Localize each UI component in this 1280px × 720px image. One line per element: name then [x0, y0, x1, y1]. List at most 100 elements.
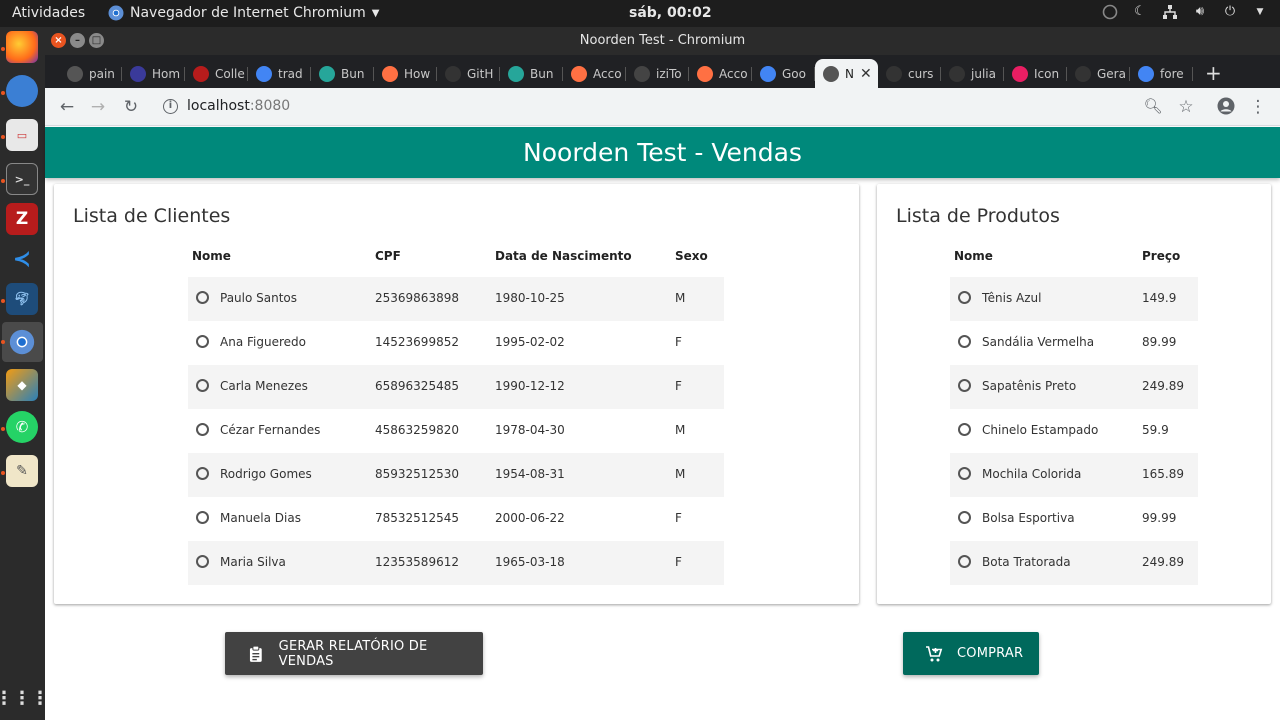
menu-kebab-icon[interactable]: ⋮ — [1248, 97, 1268, 117]
client-birth: 1980-10-25 — [495, 291, 565, 305]
client-cpf: 14523699852 — [375, 335, 459, 349]
product-radio[interactable] — [958, 467, 971, 480]
client-row[interactable]: Paulo Santos 25369863898 1980-10-25 M — [188, 277, 724, 321]
thunderbird-icon[interactable] — [6, 75, 38, 107]
client-radio[interactable] — [196, 511, 209, 524]
app-header: Noorden Test - Vendas — [45, 127, 1280, 178]
client-name: Ana Figueredo — [220, 335, 306, 349]
running-indicator — [1, 299, 5, 303]
browser-tab[interactable]: GitH — [437, 59, 500, 88]
vscode-icon[interactable]: ≺ — [6, 243, 38, 275]
bookmark-star-icon[interactable]: ☆ — [1176, 97, 1196, 117]
volume-icon[interactable]: 🔊︎ — [1192, 4, 1208, 20]
browser-tab[interactable]: Acco — [563, 59, 626, 88]
browser-tab[interactable]: trad — [248, 59, 311, 88]
product-row[interactable]: Tênis Azul 149.9 — [950, 277, 1198, 321]
client-radio[interactable] — [196, 423, 209, 436]
chromium-icon — [108, 5, 124, 21]
show-applications-icon[interactable]: ⋮⋮⋮ — [0, 682, 49, 714]
client-radio[interactable] — [196, 291, 209, 304]
zoom-icon[interactable]: 🔍︎ — [1143, 97, 1163, 115]
back-button[interactable]: ← — [57, 97, 77, 117]
forward-button[interactable]: → — [88, 97, 108, 117]
whatsapp-icon[interactable]: ✆ — [6, 411, 38, 443]
address-bar[interactable]: i localhost:8080 — [153, 93, 1163, 121]
product-radio[interactable] — [958, 291, 971, 304]
product-name: Sandália Vermelha — [982, 335, 1095, 349]
client-radio[interactable] — [196, 379, 209, 392]
clock[interactable]: sáb, 00:02 — [629, 5, 712, 21]
product-price: 249.89 — [1142, 555, 1184, 569]
network-icon[interactable] — [1162, 4, 1178, 20]
running-indicator — [1, 47, 5, 51]
teal-logo-icon — [508, 65, 524, 82]
files-icon[interactable]: ▭ — [6, 119, 38, 151]
browser-tab[interactable]: Bun — [500, 59, 563, 88]
product-row[interactable]: Bolsa Esportiva 99.99 — [950, 497, 1198, 541]
client-row[interactable]: Manuela Dias 78532512545 2000-06-22 F — [188, 497, 724, 541]
site-info-icon[interactable]: i — [163, 99, 178, 114]
activities-button[interactable]: Atividades — [12, 5, 85, 21]
product-radio[interactable] — [958, 379, 971, 392]
browser-tab[interactable]: fore — [1130, 59, 1193, 88]
product-row[interactable]: Sandália Vermelha 89.99 — [950, 321, 1198, 365]
running-indicator — [1, 179, 5, 183]
window-titlebar: × – □ Noorden Test - Chromium — [45, 27, 1280, 55]
google-icon — [1138, 65, 1154, 82]
product-row[interactable]: Mochila Colorida 165.89 — [950, 453, 1198, 497]
browser-tab[interactable]: Icon — [1004, 59, 1067, 88]
browser-tab[interactable]: iziTo — [626, 59, 689, 88]
tab-label: Colle — [215, 66, 245, 81]
pink-logo-icon — [1012, 65, 1028, 82]
product-price: 249.89 — [1142, 379, 1184, 393]
client-row[interactable]: Ana Figueredo 14523699852 1995-02-02 F — [188, 321, 724, 365]
buy-button[interactable]: COMPRAR — [903, 632, 1039, 675]
terminal-icon[interactable]: >_ — [6, 163, 38, 195]
chromium-icon[interactable] — [6, 326, 38, 358]
firefox-icon[interactable] — [6, 31, 38, 63]
product-radio[interactable] — [958, 423, 971, 436]
close-tab-icon[interactable]: ✕ — [860, 66, 872, 82]
browser-tab[interactable]: curs — [878, 59, 941, 88]
product-row[interactable]: Bota Tratorada 249.89 — [950, 541, 1198, 585]
client-radio[interactable] — [196, 335, 209, 348]
client-row[interactable]: Carla Menezes 65896325485 1990-12-12 F — [188, 365, 724, 409]
reload-button[interactable]: ↻ — [121, 97, 141, 117]
new-tab-button[interactable]: + — [1205, 61, 1222, 85]
chevron-down-icon[interactable]: ▼ — [1252, 4, 1268, 20]
product-row[interactable]: Chinelo Estampado 59.9 — [950, 409, 1198, 453]
browser-tab[interactable]: Gera — [1067, 59, 1130, 88]
browser-tab[interactable]: pain — [59, 59, 122, 88]
product-row[interactable]: Sapatênis Preto 249.89 — [950, 365, 1198, 409]
mysql-workbench-icon[interactable]: 🐬︎ — [6, 283, 38, 315]
client-radio[interactable] — [196, 467, 209, 480]
clients-header-cpf: CPF — [375, 249, 401, 263]
whatsapp-tray-icon[interactable] — [1102, 4, 1118, 20]
power-icon[interactable]: ⏻ — [1222, 4, 1238, 20]
product-radio[interactable] — [958, 555, 971, 568]
red-logo-icon — [193, 65, 209, 82]
product-radio[interactable] — [958, 335, 971, 348]
browser-tab[interactable]: N ✕ — [815, 59, 878, 88]
browser-tab[interactable]: Colle — [185, 59, 248, 88]
browser-tab[interactable]: Goo — [752, 59, 815, 88]
generate-sales-report-button[interactable]: GERAR RELATÓRIO DE VENDAS — [225, 632, 483, 675]
profile-icon[interactable] — [1216, 97, 1236, 120]
client-row[interactable]: Maria Silva 12353589612 1965-03-18 F — [188, 541, 724, 585]
client-row[interactable]: Cézar Fernandes 45863259820 1978-04-30 M — [188, 409, 724, 453]
product-radio[interactable] — [958, 511, 971, 524]
client-cpf: 12353589612 — [375, 555, 459, 569]
browser-tab[interactable]: Bun — [311, 59, 374, 88]
client-row[interactable]: Rodrigo Gomes 85932512530 1954-08-31 M — [188, 453, 724, 497]
browser-tab[interactable]: julia — [941, 59, 1004, 88]
text-editor-icon[interactable]: ✎ — [6, 455, 38, 487]
night-light-icon[interactable]: ☾ — [1132, 4, 1148, 20]
clipboard-icon — [249, 645, 262, 662]
package-icon[interactable]: ◆ — [6, 369, 38, 401]
client-radio[interactable] — [196, 555, 209, 568]
browser-tab[interactable]: How — [374, 59, 437, 88]
browser-tab[interactable]: Hom — [122, 59, 185, 88]
app-menu[interactable]: Navegador de Internet Chromium ▼ — [108, 5, 379, 21]
browser-tab[interactable]: Acco — [689, 59, 752, 88]
filezilla-icon[interactable]: Z — [6, 203, 38, 235]
